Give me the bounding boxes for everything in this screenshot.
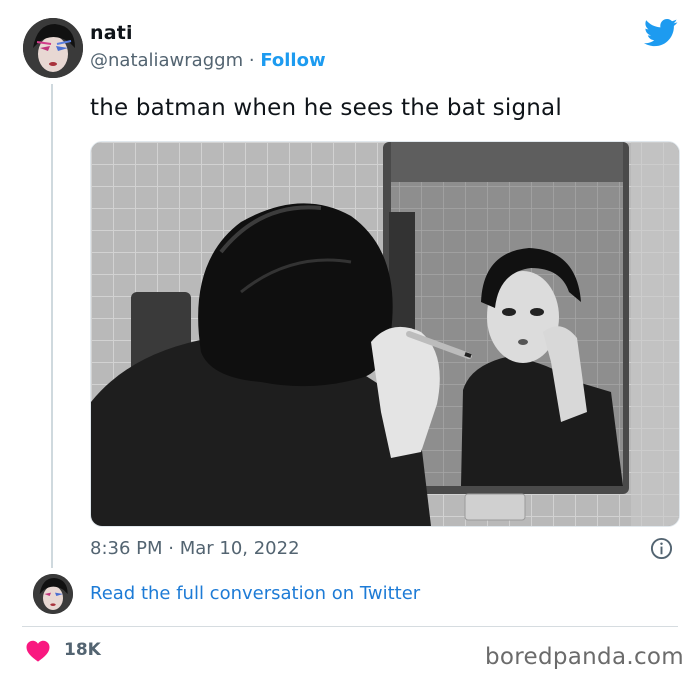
watermark: boredpanda.com (485, 644, 684, 670)
twitter-bird-icon[interactable] (644, 18, 678, 48)
timestamp[interactable]: 8:36 PM · Mar 10, 2022 (90, 538, 300, 559)
like-count: 18K (64, 640, 101, 660)
tweet-photo[interactable] (90, 141, 680, 527)
heart-icon[interactable] (26, 640, 50, 662)
separator-dot: · (248, 50, 255, 71)
conversation-avatar[interactable] (33, 574, 73, 614)
avatar[interactable] (23, 18, 83, 78)
tweet-text: the batman when he sees the bat signal (90, 95, 562, 121)
read-conversation-link[interactable]: Read the full conversation on Twitter (90, 583, 420, 604)
thread-line (51, 84, 53, 568)
info-icon[interactable] (650, 537, 673, 560)
follow-button[interactable]: Follow (260, 50, 325, 71)
divider (22, 626, 678, 627)
handle-row: @nataliawraggm · Follow (90, 50, 326, 71)
tweet-card: nati @nataliawraggm · Follow the batman … (0, 0, 700, 679)
display-name[interactable]: nati (90, 22, 133, 44)
handle[interactable]: @nataliawraggm (90, 50, 243, 71)
